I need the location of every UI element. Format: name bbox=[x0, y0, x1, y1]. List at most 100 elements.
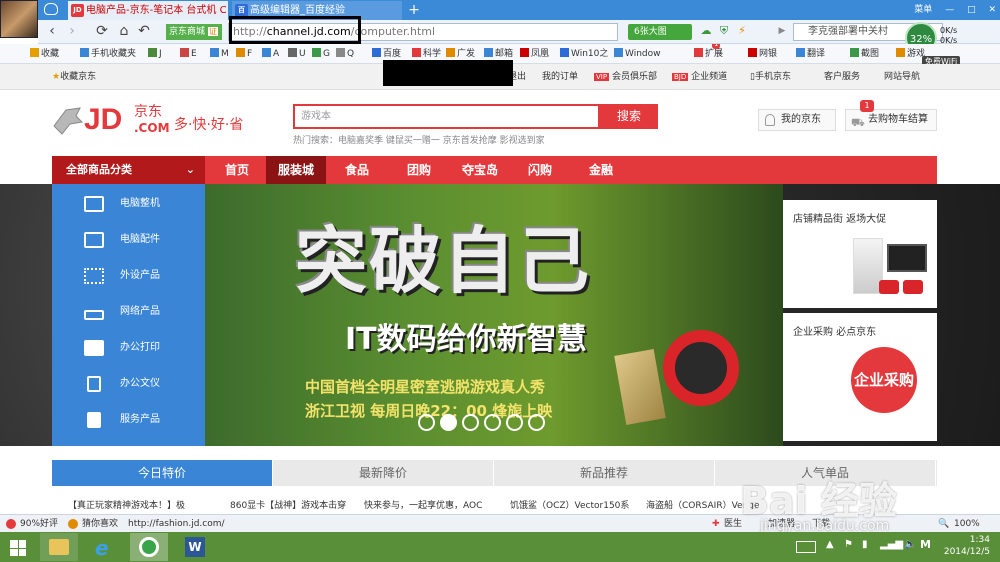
tab-new-products[interactable]: 新品推荐 bbox=[494, 460, 715, 486]
vip-club-link[interactable]: VIP 会员俱乐部 bbox=[594, 64, 657, 90]
menu-button[interactable]: 菜单 bbox=[914, 5, 932, 15]
site-scope-badge[interactable]: 京东商城 证 bbox=[166, 24, 222, 40]
carousel-dot[interactable] bbox=[462, 414, 479, 431]
ie-icon[interactable]: e bbox=[86, 533, 124, 561]
nav-group[interactable]: 团购 bbox=[393, 156, 445, 184]
carousel-dot-active[interactable] bbox=[440, 414, 457, 431]
side-ad-shops[interactable]: 店铺精品街 返场大促 bbox=[783, 200, 937, 308]
minimize-button[interactable]: — bbox=[945, 5, 954, 15]
maximize-button[interactable]: □ bbox=[967, 5, 976, 15]
home-icon[interactable]: ⌂ bbox=[116, 23, 132, 39]
volume-icon[interactable]: 🔈 bbox=[904, 539, 916, 550]
cat-network[interactable]: 网络产品 bbox=[52, 294, 205, 330]
360-browser-icon[interactable] bbox=[130, 533, 168, 561]
nav-clothing[interactable]: 服装城 bbox=[266, 156, 326, 184]
bookmark-item[interactable]: G bbox=[312, 44, 330, 63]
side-ad-enterprise[interactable]: 企业采购 必点京东 企业采购 bbox=[783, 313, 937, 441]
cloud-icon[interactable] bbox=[44, 3, 58, 15]
url-highlight-box bbox=[229, 16, 361, 44]
nav-food[interactable]: 食品 bbox=[331, 156, 383, 184]
system-clock[interactable]: 1:34 2014/12/5 bbox=[944, 534, 990, 558]
cat-services[interactable]: 服务产品 bbox=[52, 402, 205, 438]
bookmark-item[interactable]: 翻译 bbox=[796, 44, 825, 63]
bookmark-item[interactable]: Win10之 bbox=[560, 44, 608, 63]
guess-text[interactable]: 猜你喜欢 bbox=[82, 515, 118, 533]
carousel-dot[interactable] bbox=[506, 414, 523, 431]
bookmark-item[interactable]: 游戏 bbox=[896, 44, 925, 63]
bookmark-item[interactable]: F bbox=[236, 44, 252, 63]
flag-icon[interactable]: ⚑ bbox=[844, 539, 853, 550]
jd-search-input[interactable]: 游戏本 bbox=[293, 104, 600, 129]
bookmark-item[interactable]: U bbox=[288, 44, 306, 63]
my-orders-link[interactable]: 我的订单 bbox=[542, 64, 578, 90]
customer-service-link[interactable]: 客户服务 bbox=[824, 64, 860, 90]
big-image-button[interactable]: 6张大图 bbox=[628, 24, 692, 40]
deal-item[interactable]: 饥饿鲨（OCZ）Vector150系 bbox=[510, 496, 629, 516]
lightning-icon[interactable]: ⚡ bbox=[734, 23, 750, 39]
deal-item[interactable]: 860显卡【战神】游戏本击穿 bbox=[230, 496, 346, 516]
cat-printing[interactable]: 办公打印 bbox=[52, 330, 205, 366]
jd-favorite-link[interactable]: ★收藏京东 bbox=[52, 64, 96, 90]
deal-item[interactable]: 【真正玩家精神游戏本！】极 bbox=[68, 496, 185, 516]
bookmark-item[interactable]: 截图 bbox=[850, 44, 879, 63]
tray-arrow-icon[interactable]: ▲ bbox=[826, 539, 834, 550]
bookmark-item[interactable]: Window bbox=[614, 44, 661, 63]
zoom-level[interactable]: 100% bbox=[954, 515, 980, 533]
enterprise-link[interactable]: BJD 企业频道 bbox=[672, 64, 727, 90]
carousel-dot[interactable] bbox=[484, 414, 501, 431]
word-icon[interactable]: W bbox=[176, 533, 214, 561]
cat-components[interactable]: 电脑配件 bbox=[52, 222, 205, 258]
my-jd-button[interactable]: 我的京东 bbox=[758, 109, 836, 131]
keyboard-icon[interactable] bbox=[796, 541, 816, 553]
bookmark-item[interactable]: Q bbox=[336, 44, 354, 63]
windows-start-icon[interactable] bbox=[10, 540, 26, 556]
cat-peripherals[interactable]: 外设产品 bbox=[52, 258, 205, 294]
bookmark-item[interactable]: J bbox=[148, 44, 162, 63]
battery-icon[interactable]: ▮ bbox=[862, 539, 868, 550]
promo-banner[interactable]: 突破自己 IT数码给你新智慧 中国首档全明星密室逃脱游戏真人秀 浙江卫视 每周日… bbox=[205, 184, 783, 446]
doctor-icon: ✚ bbox=[712, 519, 720, 529]
new-tab-button[interactable]: + bbox=[405, 1, 423, 19]
bookmark-item[interactable]: E bbox=[180, 44, 197, 63]
nav-finance[interactable]: 金融 bbox=[575, 156, 627, 184]
hot-search-words[interactable]: 热门搜索：电脑嘉奖季 键鼠买一赠一 京东首发抢摩 影视选到家 bbox=[293, 133, 545, 146]
bookmark-item[interactable]: 收藏 bbox=[30, 44, 59, 63]
cat-computers[interactable]: 电脑整机 bbox=[52, 186, 205, 222]
tab-today-deals[interactable]: 今日特价 bbox=[52, 460, 273, 486]
cart-button[interactable]: ⛟ 去购物车结算 bbox=[845, 109, 937, 131]
bookmark-label: 科学 bbox=[423, 49, 442, 59]
refresh-icon[interactable]: ⟳ bbox=[94, 23, 110, 39]
back-icon[interactable]: ‹ bbox=[44, 23, 60, 39]
close-button[interactable]: ✕ bbox=[988, 5, 996, 15]
tab-jd-computer[interactable]: JD 电脑产品-京东-笔记本 台式机 C bbox=[68, 1, 228, 20]
bookmark-label: J bbox=[159, 49, 162, 59]
network-icon[interactable]: ▂▄▆ bbox=[880, 539, 903, 550]
mobile-jd-link[interactable]: ▯手机京东 bbox=[750, 64, 791, 90]
ime-icon[interactable]: M bbox=[920, 538, 931, 551]
cat-office-supplies[interactable]: 办公文仪 bbox=[52, 366, 205, 402]
nav-flash[interactable]: 闪购 bbox=[514, 156, 566, 184]
bookmark-item[interactable]: A bbox=[262, 44, 279, 63]
rating-text[interactable]: 90%好评 bbox=[20, 515, 58, 533]
bookmark-item[interactable]: 手机收藏夹 bbox=[80, 44, 136, 63]
bookmark-item[interactable]: M bbox=[210, 44, 229, 63]
tab-price-drop[interactable]: 最新降价 bbox=[273, 460, 494, 486]
bookmark-item[interactable]: 凤凰 bbox=[520, 44, 549, 63]
carousel-dot[interactable] bbox=[418, 414, 435, 431]
shield-icon[interactable]: ⛨ bbox=[716, 23, 732, 39]
deal-item[interactable]: 快来参与，一起享优惠，AOC bbox=[364, 496, 482, 516]
play-icon[interactable]: ▶ bbox=[774, 23, 790, 39]
jd-search-button[interactable]: 搜索 bbox=[600, 104, 658, 129]
jd-logo[interactable]: JD 京东 .COM 多·快·好·省 bbox=[52, 104, 252, 144]
site-nav-link[interactable]: 网站导航 bbox=[884, 64, 920, 90]
user-avatar[interactable] bbox=[0, 0, 38, 38]
all-categories-button[interactable]: 全部商品分类 ⌄ bbox=[52, 156, 205, 184]
forward-icon[interactable]: › bbox=[64, 23, 80, 39]
nav-treasure[interactable]: 夺宝岛 bbox=[452, 156, 508, 184]
file-explorer-icon[interactable] bbox=[40, 533, 78, 561]
bookmark-item[interactable]: 网银 bbox=[748, 44, 777, 63]
nav-home[interactable]: 首页 bbox=[211, 156, 263, 184]
carousel-dot[interactable] bbox=[528, 414, 545, 431]
undo-icon[interactable]: ↶ bbox=[136, 23, 152, 39]
cloud-sync-icon[interactable]: ☁ bbox=[698, 23, 714, 39]
